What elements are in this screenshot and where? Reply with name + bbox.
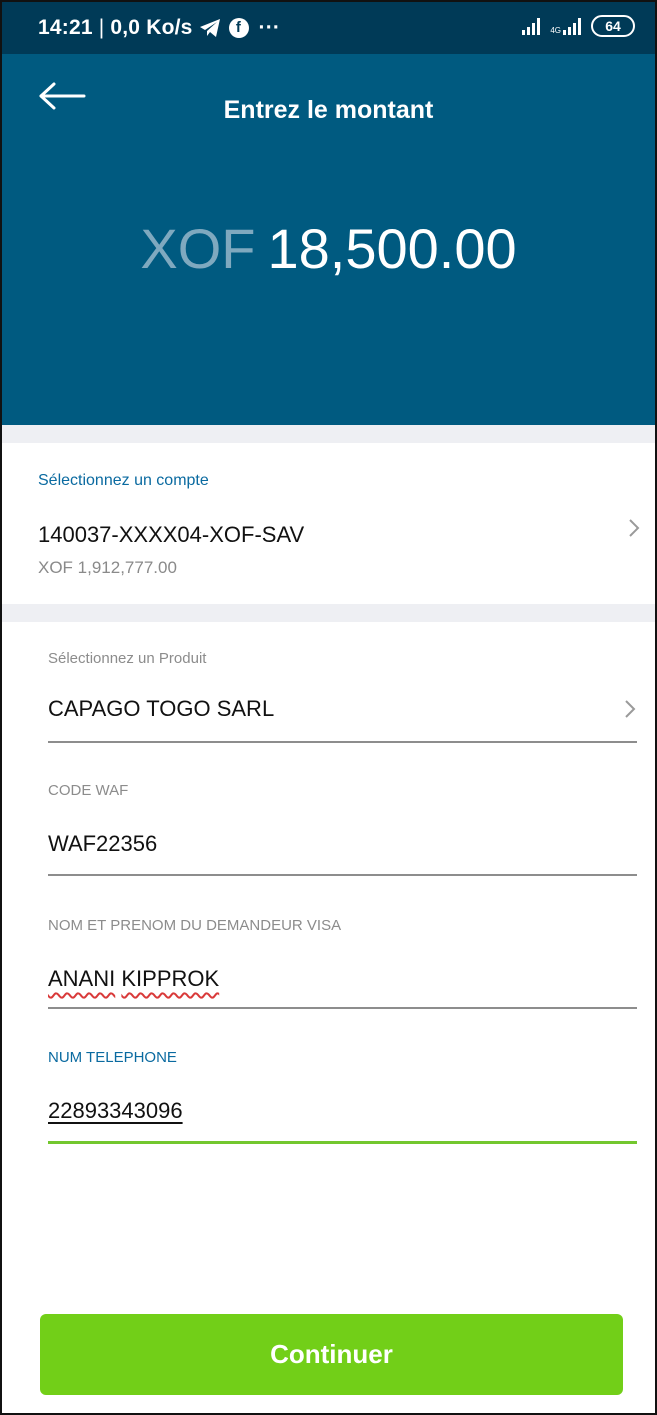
- product-field-underline: [48, 741, 637, 743]
- amount-value: 18,500.00: [267, 217, 517, 280]
- applicant-name-label: NOM ET PRENOM DU DEMANDEUR VISA: [48, 917, 342, 934]
- status-left: 14:21 | 0,0 Ko/s f ···: [38, 16, 280, 40]
- signal-icon: [522, 17, 541, 35]
- code-waf-underline: [48, 874, 637, 876]
- applicant-name-underline: [48, 1007, 637, 1009]
- status-time: 14:21: [38, 16, 93, 39]
- applicant-first-name: ANANI: [48, 966, 116, 991]
- battery-icon: 64: [591, 15, 635, 37]
- phone-input[interactable]: 22893343096: [48, 1098, 183, 1124]
- facebook-icon: f: [228, 18, 249, 38]
- chevron-right-icon[interactable]: [628, 518, 640, 538]
- product-select[interactable]: CAPAGO TOGO SARL: [48, 696, 274, 722]
- account-number: 140037-XXXX04-XOF-SAV: [38, 522, 305, 547]
- continue-button[interactable]: Continuer: [40, 1314, 623, 1395]
- amount-header: 14:21 | 0,0 Ko/s f ··· 4G 64 Entrez le m…: [2, 2, 655, 425]
- section-divider: [2, 425, 655, 443]
- chevron-right-icon[interactable]: [624, 699, 636, 719]
- status-net-speed: 0,0 Ko/s: [110, 16, 193, 39]
- phone-underline-focused: [48, 1141, 637, 1144]
- 4g-signal-icon: 4G: [550, 17, 581, 35]
- phone-label: NUM TELEPHONE: [48, 1049, 177, 1066]
- account-selector-label: Sélectionnez un compte: [38, 472, 209, 489]
- applicant-name-input[interactable]: ANANI KIPPROK: [48, 966, 219, 992]
- app-screen: 14:21 | 0,0 Ko/s f ··· 4G 64 Entrez le m…: [0, 0, 657, 1415]
- status-bar: 14:21 | 0,0 Ko/s f ··· 4G 64: [2, 2, 655, 54]
- amount-currency: XOF: [140, 217, 256, 280]
- product-field-label: Sélectionnez un Produit: [48, 650, 207, 667]
- telegram-icon: [199, 19, 220, 37]
- status-separator: |: [98, 16, 105, 39]
- code-waf-input[interactable]: WAF22356: [48, 831, 157, 857]
- network-type-label: 4G: [550, 26, 561, 35]
- amount-display[interactable]: XOF 18,500.00: [2, 214, 655, 284]
- account-balance: XOF 1,912,777.00: [38, 558, 177, 577]
- status-more-icon: ···: [258, 16, 281, 39]
- section-divider: [2, 604, 655, 622]
- battery-level: 64: [605, 18, 621, 34]
- status-right: 4G 64: [522, 15, 635, 37]
- page-title: Entrez le montant: [223, 96, 434, 124]
- code-waf-label: CODE WAF: [48, 782, 129, 799]
- applicant-last-name: KIPPROK: [121, 966, 220, 991]
